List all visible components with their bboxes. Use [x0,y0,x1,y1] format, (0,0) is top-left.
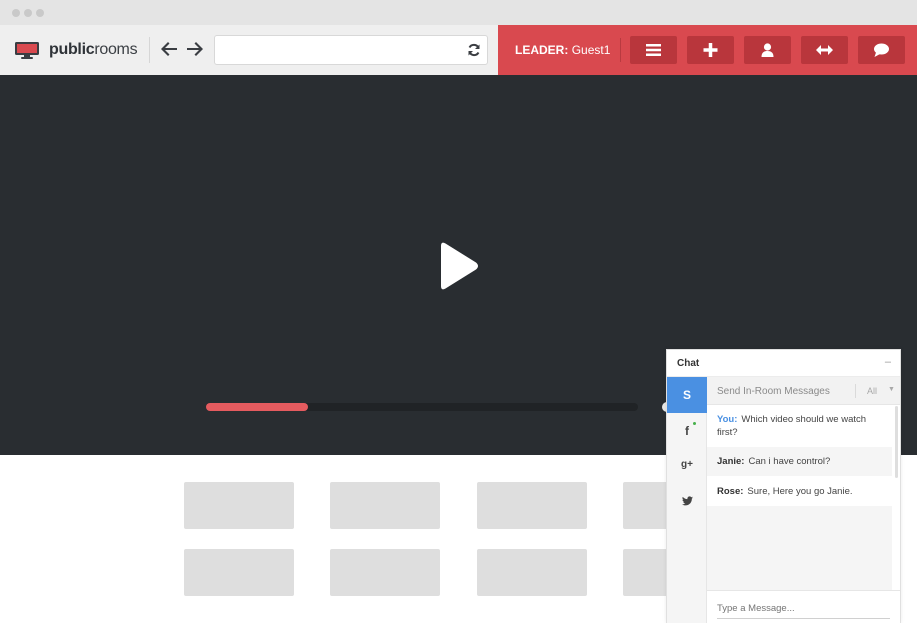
message-text: Which video should we watch first? [717,414,867,438]
chat-message: Janie: Can i have control? [707,447,892,476]
url-bar[interactable] [214,35,488,65]
video-thumbnail[interactable] [184,549,294,596]
chat-bubble-icon [874,43,889,57]
video-thumbnail[interactable] [184,482,294,529]
video-thumbnail[interactable] [330,482,440,529]
chat-target-bar: Send In-Room Messages All ▼ [707,377,900,405]
video-thumbnail[interactable] [477,482,587,529]
video-thumbnail[interactable] [477,549,587,596]
app-logo[interactable]: publicrooms [49,41,138,59]
chat-minimize-button[interactable]: – [885,356,891,368]
back-arrow-icon[interactable] [159,39,179,59]
window-maximize-dot[interactable] [36,9,44,17]
message-text: Can i have control? [748,456,831,467]
user-icon [761,43,774,57]
refresh-icon[interactable] [467,43,481,57]
menu-icon [646,44,661,56]
chat-scrollbar[interactable] [895,406,898,478]
chat-header: Chat – [667,350,900,377]
divider [855,384,856,398]
chat-network-sidebar: S f g+ [667,377,707,623]
message-author: Rose: [717,486,744,497]
divider [620,38,621,62]
send-target-label: Send In-Room Messages [717,386,830,397]
toolbar-right: LEADER: Guest1 [498,25,917,75]
chat-messages: You: Which video should we watch first? J… [707,405,892,590]
message-author: You: [717,414,738,425]
add-button[interactable] [687,36,734,64]
google-plus-icon: g+ [681,459,693,470]
input-underline [717,618,890,619]
logo-light-text: rooms [94,41,138,58]
twitter-icon [681,496,693,506]
progress-bar[interactable] [206,403,638,411]
monitor-logo-icon [15,42,39,59]
network-google-plus[interactable]: g+ [667,447,707,483]
messages-empty-area [707,506,892,590]
chat-message: You: Which video should we watch first? [707,413,892,439]
online-indicator [693,422,696,425]
chat-title: Chat [677,358,700,369]
network-twitter[interactable] [667,483,707,519]
caret-down-icon[interactable]: ▼ [888,386,895,393]
message-author: Janie: [717,456,745,467]
chat-compose [707,590,900,623]
in-room-icon: S [682,388,691,402]
progress-fill [206,403,308,411]
toolbar-left: publicrooms [0,25,498,75]
plus-icon [703,43,718,57]
leader-label: LEADER: [515,43,569,57]
logo-bold-text: public [49,41,95,58]
chat-message-input[interactable] [717,601,887,615]
chat-panel: Chat – S f g+ Send In-Room Messages All … [666,349,901,623]
leader-status: LEADER: Guest1 [515,43,610,57]
menu-button[interactable] [630,36,677,64]
title-bar [0,0,917,25]
chat-button[interactable] [858,36,905,64]
leader-name: Guest1 [571,43,611,57]
resize-button[interactable] [801,36,848,64]
recipient-filter-dropdown[interactable]: All [867,386,877,396]
facebook-icon: f [685,424,689,438]
message-text: Sure, Here you go Janie. [747,486,853,497]
network-in-room[interactable]: S [667,377,707,413]
app-window: publicrooms LEADER: Guest1 Chat – S f g+… [0,0,917,623]
play-icon[interactable] [438,240,480,292]
forward-arrow-icon[interactable] [185,39,205,59]
network-facebook[interactable]: f [667,413,707,449]
video-thumbnail[interactable] [330,549,440,596]
window-close-dot[interactable] [12,9,20,17]
resize-icon [816,45,833,55]
window-minimize-dot[interactable] [24,9,32,17]
chat-message: Rose: Sure, Here you go Janie. [707,485,892,498]
user-button[interactable] [744,36,791,64]
url-input[interactable] [221,40,461,60]
divider [149,37,150,63]
